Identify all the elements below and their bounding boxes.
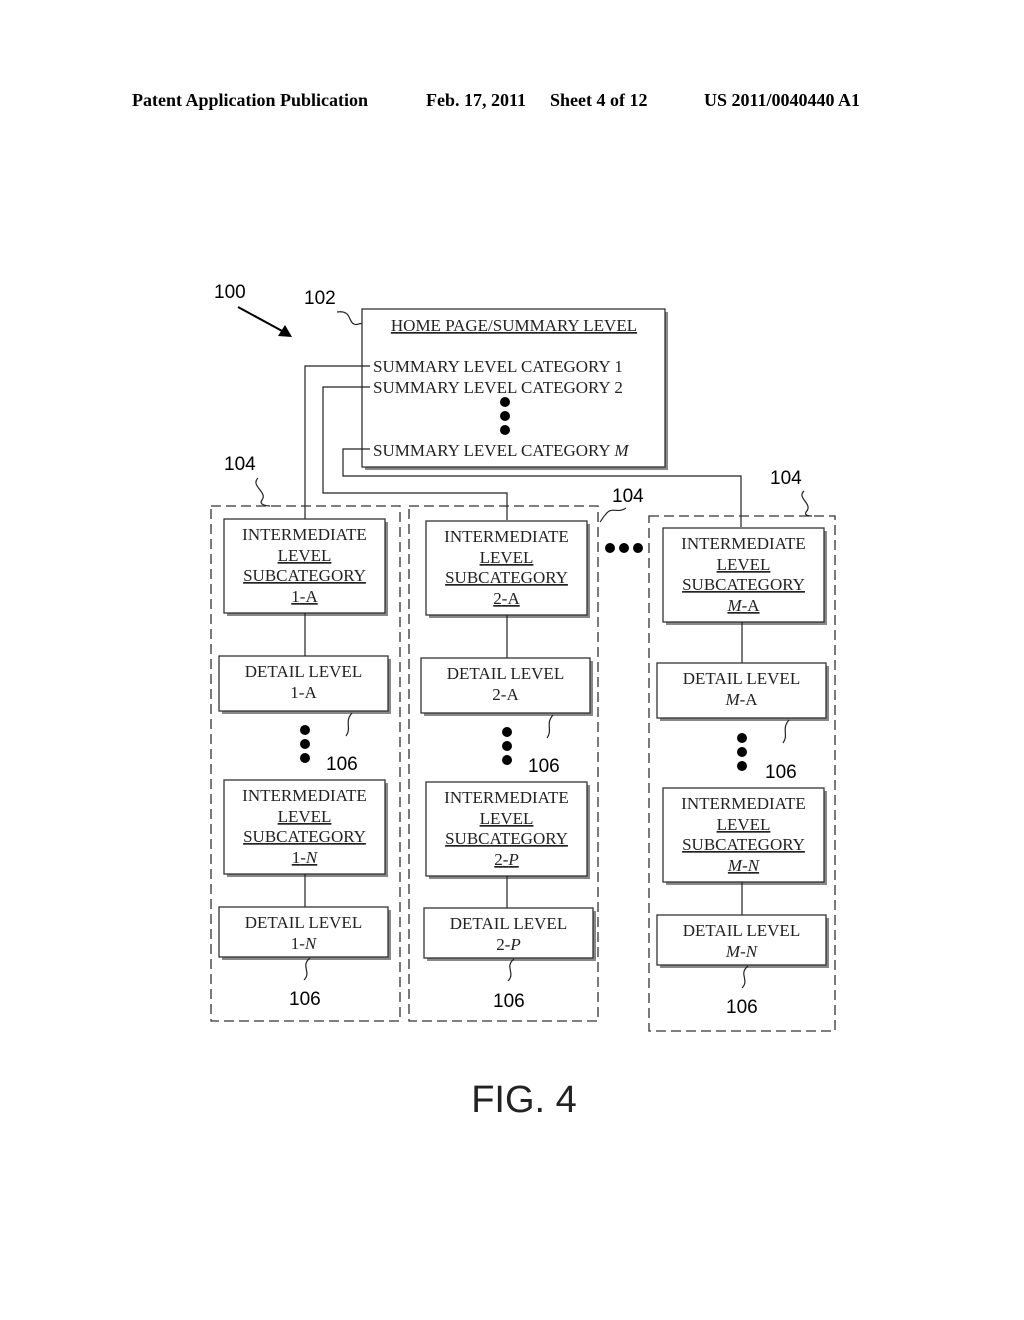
intermediate-line-2: LEVEL bbox=[480, 548, 534, 567]
figure-diagram: 100 102 HOME PAGE/SUMMARY LEVEL SUMMARY … bbox=[210, 282, 836, 1121]
intermediate-line-1: INTERMEDIATE bbox=[444, 527, 569, 546]
ref-106-label: 106 bbox=[326, 754, 358, 775]
intermediate-id: 1-A bbox=[291, 587, 318, 606]
ellipsis-vertical-icon bbox=[300, 725, 310, 763]
ref-106-leader bbox=[546, 714, 554, 739]
intermediate-line-3: SUBCATEGORY bbox=[445, 568, 568, 587]
ellipsis-vertical-icon bbox=[737, 733, 747, 771]
ref-104-leader bbox=[801, 490, 813, 517]
ref-106-leader bbox=[345, 712, 353, 737]
ellipsis-vertical-icon bbox=[500, 397, 510, 435]
intermediate-line-2: LEVEL bbox=[480, 809, 534, 828]
intermediate-box-top: INTERMEDIATE LEVELSUBCATEGORY 2-A bbox=[425, 520, 590, 618]
detail-id: 1-A bbox=[290, 683, 317, 702]
ref-104-leader bbox=[599, 507, 627, 523]
summary-category-2: SUMMARY LEVEL CATEGORY 2 bbox=[373, 378, 623, 397]
intermediate-id: 1-N bbox=[292, 848, 319, 867]
intermediate-line-2: LEVEL bbox=[717, 815, 771, 834]
intermediate-line-3: SUBCATEGORY bbox=[682, 575, 805, 594]
intermediate-box-top: INTERMEDIATE LEVELSUBCATEGORY M-A bbox=[662, 527, 827, 625]
detail-box-top: DETAIL LEVEL 1-A bbox=[218, 655, 391, 714]
detail-id: 2-P bbox=[496, 935, 521, 954]
intermediate-line-1: INTERMEDIATE bbox=[444, 788, 569, 807]
intermediate-line-3: SUBCATEGORY bbox=[445, 829, 568, 848]
detail-line-1: DETAIL LEVEL bbox=[683, 669, 800, 688]
ref-104-label: 104 bbox=[612, 486, 644, 507]
column-group-1: 104INTERMEDIATELEVELSUBCATEGORY1-ADETAIL… bbox=[210, 454, 401, 1022]
intermediate-line-3: SUBCATEGORY bbox=[243, 827, 366, 846]
intermediate-box-bottom: INTERMEDIATE LEVELSUBCATEGORY 1-N bbox=[223, 779, 388, 877]
detail-id: M-A bbox=[724, 690, 758, 709]
detail-line-1: DETAIL LEVEL bbox=[245, 662, 362, 681]
connector-category-1 bbox=[304, 365, 370, 520]
intermediate-line-2: LEVEL bbox=[278, 546, 332, 565]
column-group-2: 104INTERMEDIATELEVELSUBCATEGORY2-ADETAIL… bbox=[408, 486, 644, 1022]
ellipsis-vertical-icon bbox=[502, 727, 512, 765]
ref-106-label: 106 bbox=[289, 989, 321, 1010]
intermediate-line-3: SUBCATEGORY bbox=[243, 566, 366, 585]
ref-106-label: 106 bbox=[528, 756, 560, 777]
home-page-title: HOME PAGE/SUMMARY LEVEL bbox=[391, 316, 637, 335]
ref-106-leader bbox=[303, 957, 311, 981]
ref-106-leader bbox=[782, 719, 790, 744]
intermediate-id: 2-P bbox=[494, 850, 519, 869]
ref-104-leader bbox=[255, 477, 271, 507]
intermediate-box-bottom: INTERMEDIATE LEVELSUBCATEGORY M-N bbox=[662, 787, 827, 885]
detail-id: 1-N bbox=[291, 934, 318, 953]
intermediate-box-bottom: INTERMEDIATE LEVELSUBCATEGORY 2-P bbox=[425, 781, 590, 879]
ref-106-label: 106 bbox=[493, 991, 525, 1012]
intermediate-line-1: INTERMEDIATE bbox=[242, 786, 367, 805]
ref-106-label: 106 bbox=[726, 997, 758, 1018]
ref-104-label: 104 bbox=[770, 468, 802, 489]
detail-box-top: DETAIL LEVEL M-A bbox=[656, 662, 829, 721]
ref-100-label: 100 bbox=[214, 282, 246, 303]
detail-line-1: DETAIL LEVEL bbox=[450, 914, 567, 933]
intermediate-line-1: INTERMEDIATE bbox=[681, 534, 806, 553]
summary-category-1: SUMMARY LEVEL CATEGORY 1 bbox=[373, 357, 623, 376]
detail-box-bottom: DETAIL LEVEL 2-P bbox=[423, 907, 596, 961]
detail-line-1: DETAIL LEVEL bbox=[447, 664, 564, 683]
intermediate-line-2: LEVEL bbox=[278, 807, 332, 826]
detail-line-1: DETAIL LEVEL bbox=[683, 921, 800, 940]
intermediate-line-2: LEVEL bbox=[717, 555, 771, 574]
ref-106-leader bbox=[741, 965, 749, 989]
home-page-box: HOME PAGE/SUMMARY LEVEL SUMMARY LEVEL CA… bbox=[361, 308, 668, 470]
detail-box-bottom: DETAIL LEVEL M-N bbox=[656, 914, 829, 968]
intermediate-line-1: INTERMEDIATE bbox=[681, 794, 806, 813]
ellipsis-horizontal-icon bbox=[605, 543, 643, 553]
intermediate-box-top: INTERMEDIATE LEVELSUBCATEGORY 1-A bbox=[223, 518, 388, 616]
detail-box-top: DETAIL LEVEL 2-A bbox=[420, 657, 593, 716]
detail-id: M-N bbox=[725, 942, 759, 961]
ref-106-label: 106 bbox=[765, 762, 797, 783]
detail-line-1: DETAIL LEVEL bbox=[245, 913, 362, 932]
intermediate-id: M-N bbox=[727, 856, 761, 875]
intermediate-id: M-A bbox=[726, 596, 760, 615]
intermediate-line-1: INTERMEDIATE bbox=[242, 525, 367, 544]
detail-box-bottom: DETAIL LEVEL 1-N bbox=[218, 906, 391, 960]
ref-102-leader bbox=[336, 311, 363, 326]
figure-caption: FIG. 4 bbox=[471, 1079, 577, 1121]
column-group-3: 104INTERMEDIATELEVELSUBCATEGORYM-ADETAIL… bbox=[648, 468, 836, 1032]
intermediate-id: 2-A bbox=[493, 589, 520, 608]
summary-category-m: SUMMARY LEVEL CATEGORY M bbox=[373, 441, 629, 460]
arrow-icon bbox=[237, 306, 292, 337]
ref-104-label: 104 bbox=[224, 454, 256, 475]
ref-102-label: 102 bbox=[304, 288, 336, 309]
ref-106-leader bbox=[507, 958, 515, 982]
intermediate-line-3: SUBCATEGORY bbox=[682, 835, 805, 854]
detail-id: 2-A bbox=[492, 685, 519, 704]
